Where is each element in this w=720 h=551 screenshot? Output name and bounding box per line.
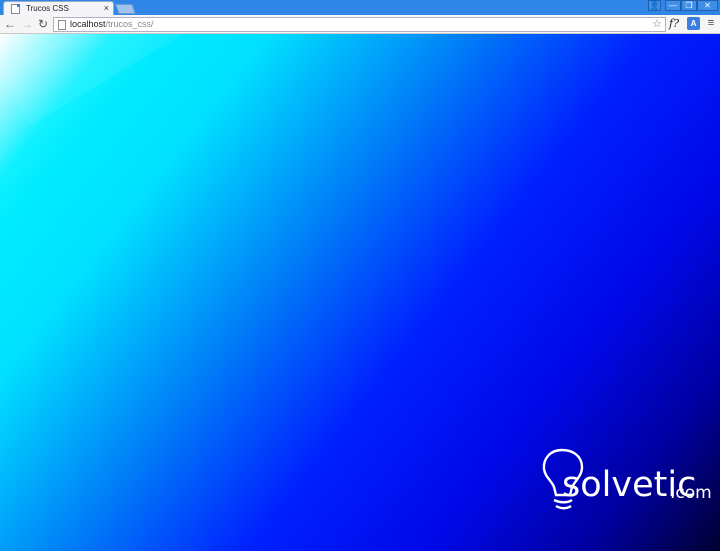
extension-icon[interactable]: f? bbox=[669, 16, 679, 32]
browser-toolbar: ← → ↻ localhost/trucos_css/ ☆ f? A ≡ bbox=[0, 15, 720, 34]
user-icon[interactable]: 👤 bbox=[648, 0, 661, 11]
watermark-suffix: .com bbox=[670, 483, 712, 503]
url-host: localhost bbox=[70, 19, 106, 29]
maximize-icon[interactable]: ❐ bbox=[681, 0, 697, 11]
watermark-logo: solvetic .com bbox=[540, 445, 712, 520]
back-arrow-icon[interactable]: ← bbox=[3, 17, 17, 31]
new-tab-button[interactable] bbox=[115, 4, 136, 14]
tab-title: Trucos CSS bbox=[26, 3, 69, 13]
close-icon[interactable]: ✕ bbox=[697, 0, 718, 11]
menu-icon[interactable]: ≡ bbox=[706, 17, 716, 30]
tab-close-icon[interactable]: × bbox=[104, 3, 109, 14]
reload-icon[interactable]: ↻ bbox=[36, 17, 50, 31]
page-icon bbox=[11, 3, 20, 14]
browser-tab[interactable]: Trucos CSS × bbox=[3, 1, 114, 15]
window-titlebar: Trucos CSS × 👤 — ❐ ✕ bbox=[0, 0, 720, 15]
forward-arrow-icon[interactable]: → bbox=[20, 17, 34, 31]
address-bar[interactable]: localhost/trucos_css/ ☆ bbox=[53, 17, 666, 32]
minimize-icon[interactable]: — bbox=[665, 0, 681, 11]
bookmark-star-icon[interactable]: ☆ bbox=[652, 18, 662, 31]
url-text[interactable]: localhost/trucos_css/ bbox=[70, 18, 154, 31]
page-icon bbox=[58, 20, 66, 30]
url-path: /trucos_css/ bbox=[105, 19, 154, 29]
translate-icon[interactable]: A bbox=[687, 17, 700, 30]
